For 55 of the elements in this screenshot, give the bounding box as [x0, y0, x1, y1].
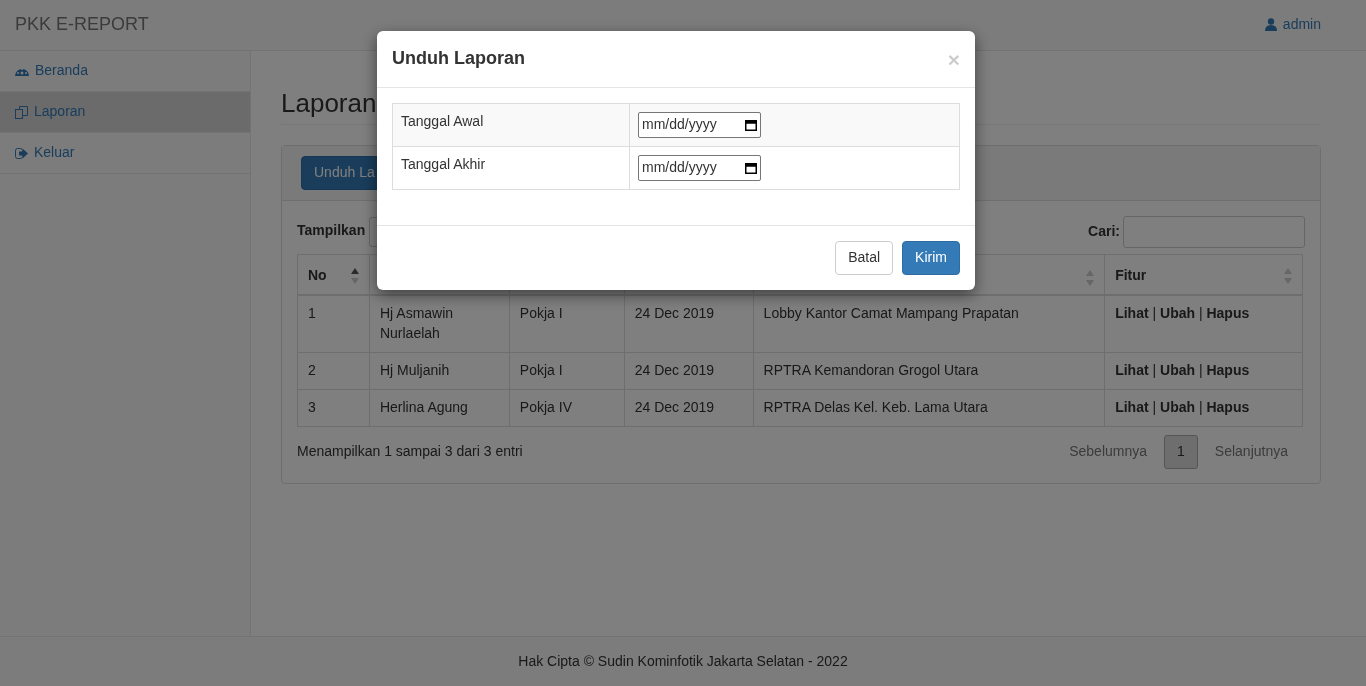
action-link[interactable]: Lihat — [1115, 305, 1149, 322]
table-cell: 2 — [308, 362, 316, 379]
copy-icon — [15, 105, 28, 119]
search-label: Cari: — [1088, 221, 1120, 241]
action-link[interactable]: Hapus — [1206, 305, 1250, 322]
table-cell: RPTRA Delas Kel. Keb. Lama Utara — [763, 399, 988, 416]
table-cell: Herlina Agung — [379, 399, 468, 416]
table-cell: Pokja I — [519, 362, 563, 379]
link-separator: | — [1198, 399, 1203, 416]
table-cell: Pokja I — [519, 305, 563, 322]
action-link[interactable]: Ubah — [1160, 305, 1196, 322]
show-label: Tampilkan — [297, 221, 366, 241]
search-field[interactable] — [1123, 215, 1305, 248]
action-link[interactable]: Ubah — [1160, 399, 1196, 416]
table-cell: 24 Dec 2019 — [634, 399, 715, 416]
user-icon — [1264, 18, 1277, 32]
submit-button[interactable]: Kirim — [902, 241, 960, 275]
calendar-icon — [745, 119, 757, 131]
modal-title: Unduh Laporan — [392, 48, 525, 70]
brand-title[interactable]: PKK E-REPORT — [15, 12, 149, 38]
link-separator: | — [1152, 362, 1157, 379]
table-cell: 3 — [308, 399, 316, 416]
link-separator: | — [1152, 305, 1157, 322]
date-field[interactable]: mm/dd/yyyy — [638, 155, 761, 181]
calendar-icon — [745, 162, 757, 174]
previous-link[interactable]: Sebelumnya — [1052, 436, 1165, 468]
field-label: Tanggal Awal — [401, 113, 484, 129]
table-cell: Hj Muljanih — [379, 362, 450, 379]
table-cell: Hj Asmawin Nurlaelah — [379, 305, 454, 342]
user-menu[interactable]: admin — [1264, 15, 1321, 35]
table-cell: 24 Dec 2019 — [634, 362, 715, 379]
table-cell: 24 Dec 2019 — [634, 305, 715, 322]
link-separator: | — [1152, 399, 1157, 416]
cancel-button[interactable]: Batal — [835, 241, 894, 275]
next-link[interactable]: Selanjutnya — [1197, 436, 1305, 468]
column-header[interactable]: Fitur — [1115, 266, 1147, 287]
action-link[interactable]: Ubah — [1160, 362, 1196, 379]
action-link[interactable]: Hapus — [1206, 362, 1250, 379]
logout-icon — [15, 147, 28, 159]
sidebar-item[interactable]: Keluar — [0, 133, 250, 174]
footer-text[interactable]: Hak Cipta © Sudin Kominfotik Jakarta Selatan - 2022 — [518, 651, 848, 672]
action-link[interactable]: Lihat — [1115, 399, 1149, 416]
table-info: Menampilkan 1 sampai 3 dari 3 entri — [297, 442, 523, 462]
table-cell: Pokja IV — [519, 399, 572, 416]
date-field[interactable]: mm/dd/yyyy — [638, 112, 761, 138]
action-link[interactable]: Hapus — [1206, 399, 1250, 416]
action-link[interactable]: Lihat — [1115, 362, 1149, 379]
page-title: Laporan — [281, 89, 377, 118]
column-header[interactable]: No — [308, 266, 327, 287]
table-cell: RPTRA Kemandoran Grogol Utara — [763, 362, 979, 379]
table-cell: Lobby Kantor Camat Mampang Prapatan — [763, 305, 1019, 322]
link-separator: | — [1198, 362, 1203, 379]
table-cell: 1 — [308, 305, 316, 322]
page-link[interactable]: 1 — [1164, 435, 1198, 469]
link-separator: | — [1198, 305, 1203, 322]
